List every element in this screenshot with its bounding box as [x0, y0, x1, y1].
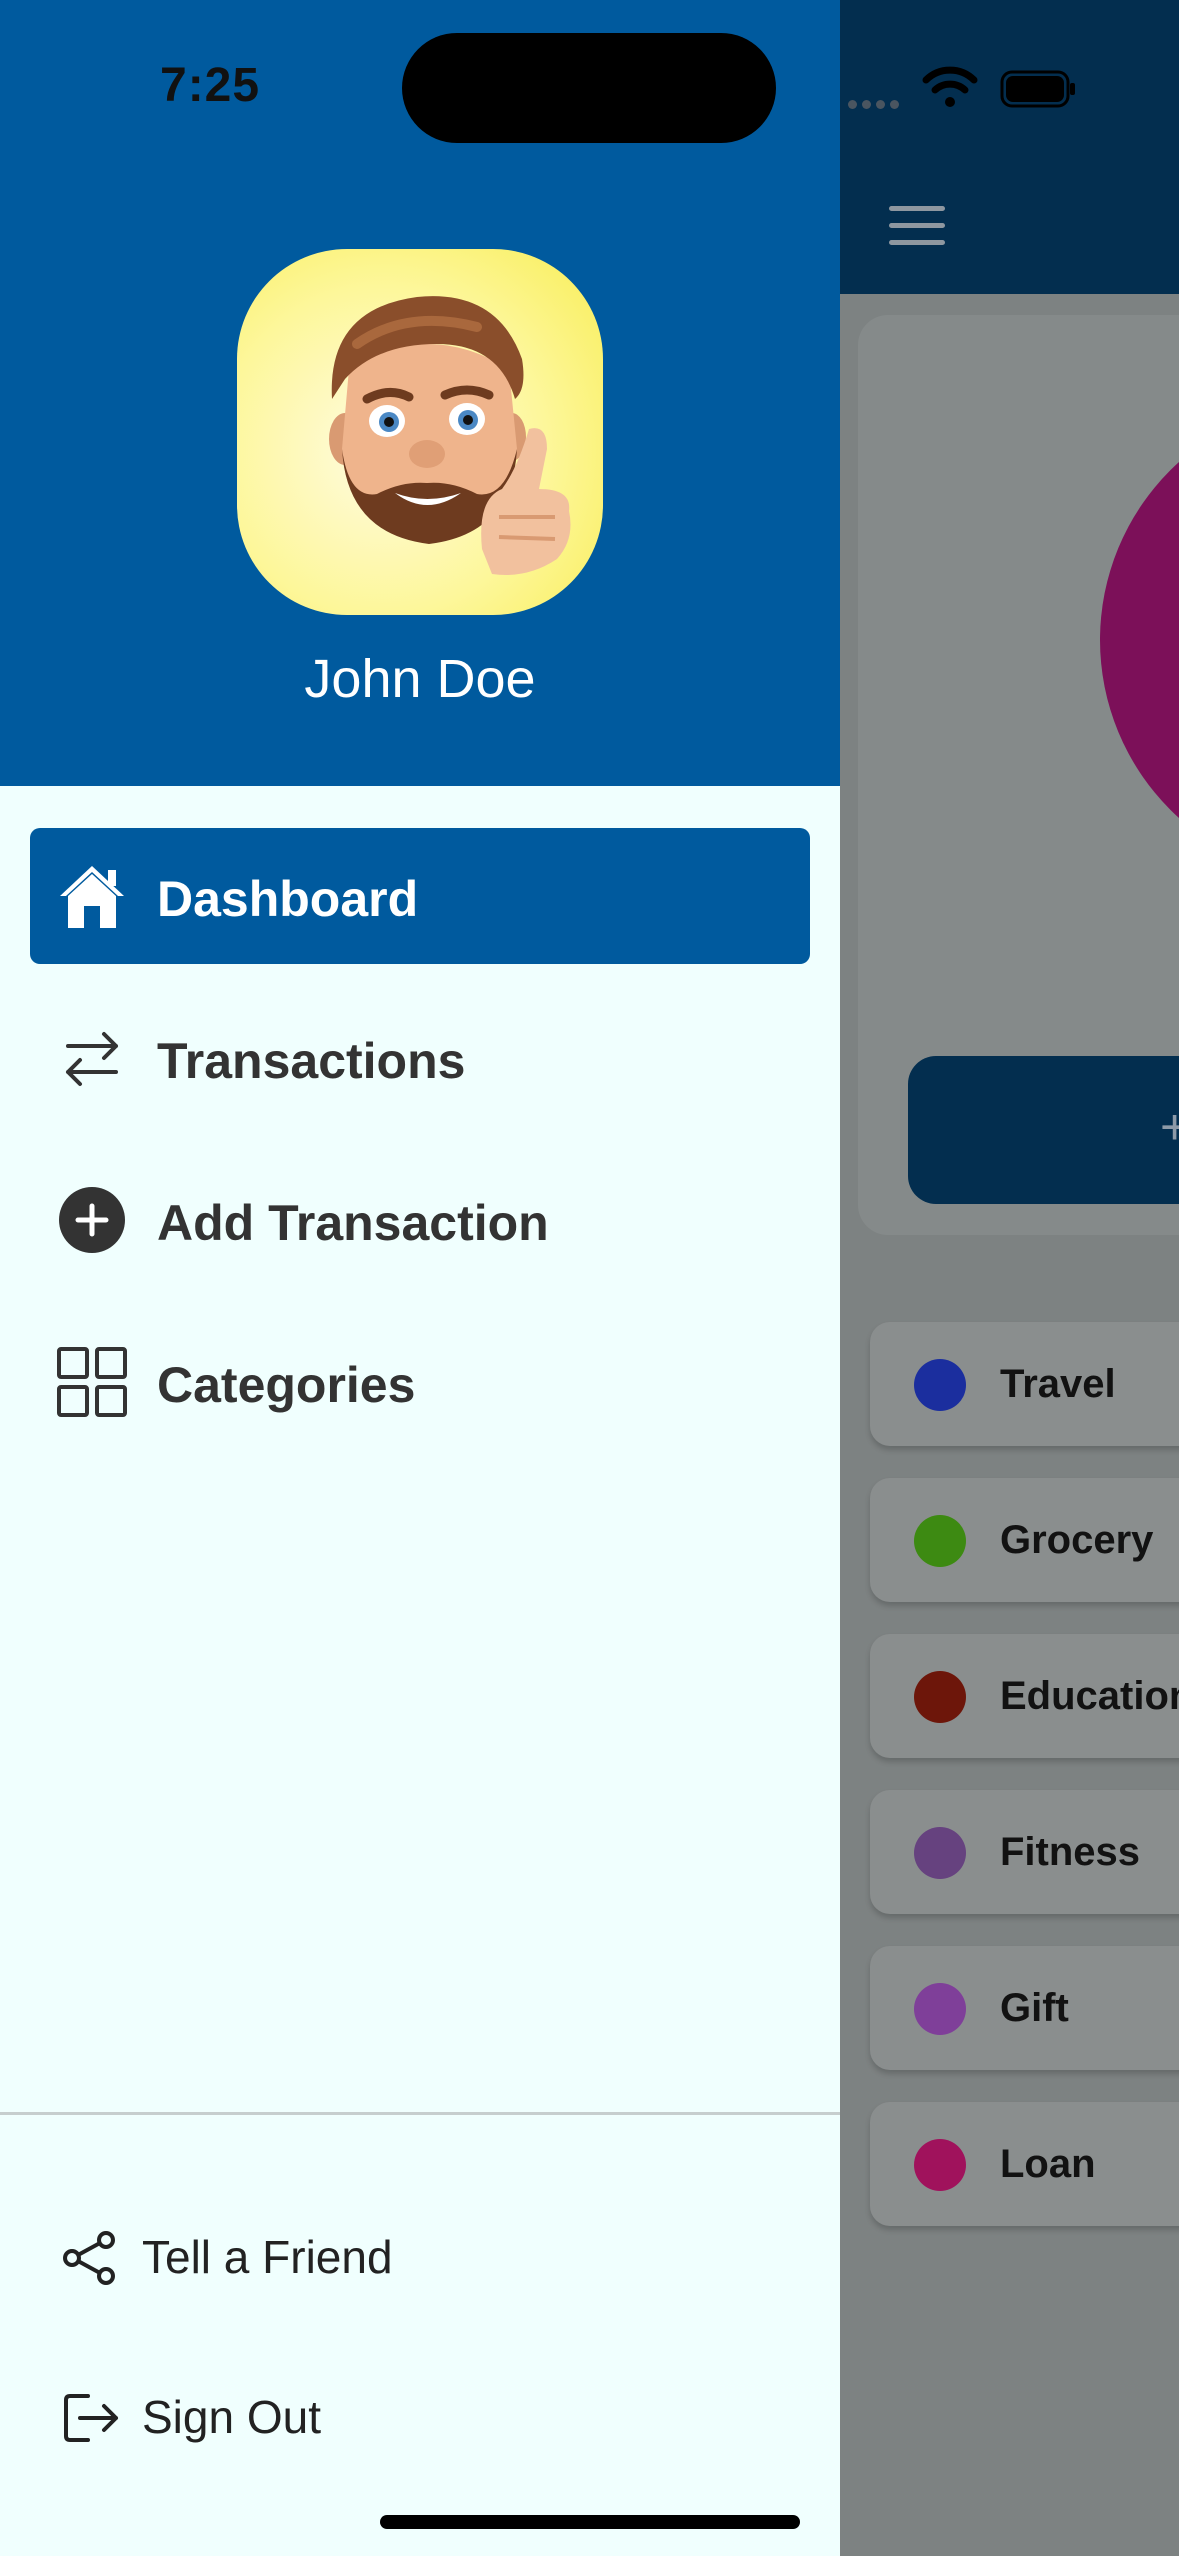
category-label: Fitness	[1000, 1830, 1141, 1874]
menu-item-add-transaction[interactable]: Add Transaction	[30, 1152, 810, 1288]
add-circle-icon	[59, 1187, 125, 1253]
category-item[interactable]: Travel	[870, 1322, 1179, 1446]
sign-out-button[interactable]: Sign Out	[60, 2374, 560, 2454]
menu-item-dashboard[interactable]: Dashboard	[30, 828, 810, 964]
memoji-avatar-icon	[329, 296, 571, 575]
category-item[interactable]: Fitness	[870, 1790, 1179, 1914]
category-item[interactable]: Grocery	[870, 1478, 1179, 1602]
menu-item-label: Add Transaction	[157, 1195, 549, 1251]
divider	[0, 2112, 840, 2115]
cellular-signal-icon	[848, 96, 908, 109]
menu-item-label: Categories	[157, 1357, 416, 1413]
category-color-dot	[914, 1983, 966, 2035]
home-indicator[interactable]	[380, 2515, 800, 2529]
category-color-dot	[914, 1359, 966, 1411]
user-name: John Doe	[304, 649, 536, 709]
category-color-dot	[914, 1671, 966, 1723]
category-list: Travel Grocery Education Fitness Gift Lo…	[870, 1322, 1179, 2258]
menu-item-label: Dashboard	[157, 871, 419, 927]
sign-out-icon	[64, 2394, 118, 2442]
category-label: Education	[1000, 1674, 1179, 1718]
category-item[interactable]: Education	[870, 1634, 1179, 1758]
category-item[interactable]: Loan	[870, 2102, 1179, 2226]
grid-icon	[57, 1347, 127, 1417]
menu-item-categories[interactable]: Categories	[30, 1314, 810, 1450]
navigation-drawer: John Doe 7:25 Dashboard Transactions Add…	[0, 0, 840, 2556]
category-label: Grocery	[1000, 1518, 1154, 1562]
category-label: Travel	[1000, 1362, 1116, 1406]
category-label: Gift	[1000, 1986, 1069, 2030]
add-button-label: +	[1160, 1099, 1179, 1155]
drawer-menu: Dashboard Transactions Add Transaction C…	[30, 828, 810, 1476]
status-bar-time: 7:25	[160, 59, 261, 112]
sign-out-label: Sign Out	[142, 2391, 321, 2443]
swap-arrows-icon	[66, 1032, 118, 1086]
home-icon	[60, 866, 124, 928]
hamburger-menu-icon[interactable]	[889, 206, 945, 246]
menu-item-label: Transactions	[157, 1033, 466, 1089]
dynamic-island	[402, 33, 776, 143]
tell-a-friend-label: Tell a Friend	[142, 2231, 393, 2283]
avatar[interactable]	[237, 249, 603, 615]
tell-a-friend-button[interactable]: Tell a Friend	[60, 2214, 560, 2294]
category-color-dot	[914, 2139, 966, 2191]
battery-icon	[1000, 70, 1075, 108]
category-item[interactable]: Gift	[870, 1946, 1179, 2070]
add-transaction-button[interactable]: +	[908, 1056, 1179, 1204]
share-icon	[63, 2231, 115, 2285]
menu-item-transactions[interactable]: Transactions	[30, 990, 810, 1126]
wifi-icon	[922, 66, 978, 107]
category-color-dot	[914, 1515, 966, 1567]
category-color-dot	[914, 1827, 966, 1879]
category-label: Loan	[1000, 2142, 1096, 2186]
